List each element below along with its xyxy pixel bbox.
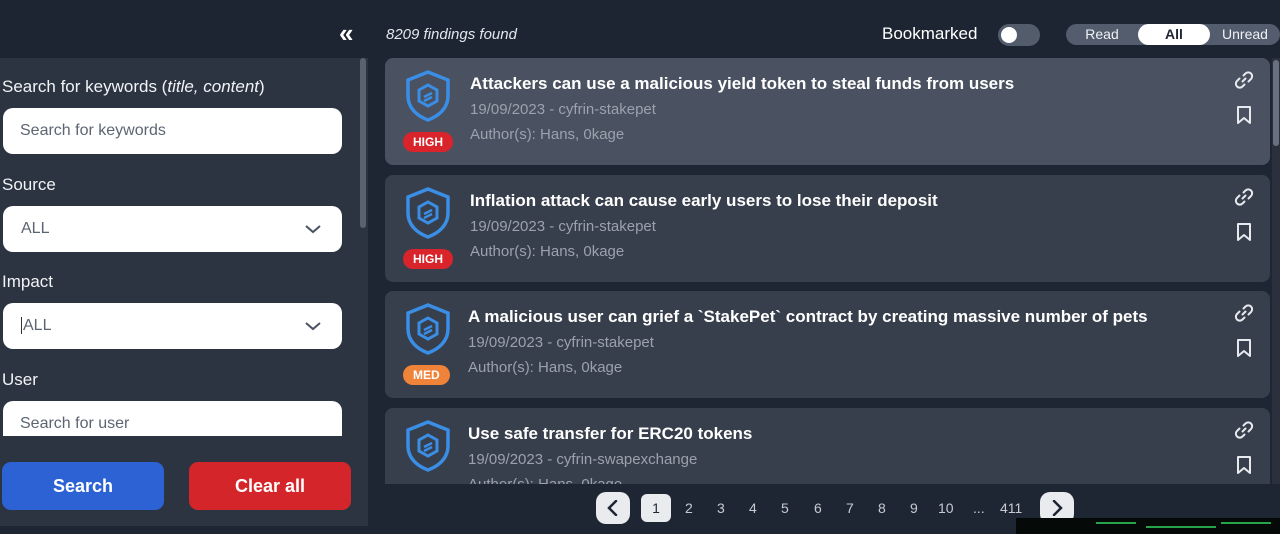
bookmark-icon[interactable] (1236, 338, 1252, 358)
source-value: ALL (21, 220, 50, 237)
finding-authors: Author(s): Hans, 0kage (470, 243, 625, 260)
link-icon[interactable] (1234, 70, 1254, 90)
bookmark-icon[interactable] (1236, 222, 1252, 242)
shield-icon (406, 303, 450, 355)
page-button-5[interactable]: 5 (781, 500, 789, 516)
finding-title[interactable]: Attackers can use a malicious yield toke… (470, 74, 1014, 94)
chevron-down-icon (305, 322, 321, 331)
finding-meta: 19/09/2023 - cyfrin-stakepet (470, 101, 656, 118)
finding-meta: 19/09/2023 - cyfrin-swapexchange (468, 451, 698, 468)
bookmark-icon[interactable] (1236, 455, 1252, 475)
page-button-1[interactable]: 1 (641, 494, 671, 522)
read-filter: Read All Unread (1066, 24, 1280, 45)
terminal-glyph (1221, 522, 1271, 524)
keywords-label: Search for keywords (title, content) (2, 77, 265, 96)
keywords-input[interactable]: Search for keywords (3, 108, 342, 154)
page-button-411[interactable]: 411 (1000, 500, 1022, 516)
shield-icon (406, 70, 450, 122)
finding-authors: Author(s): Hans, 0kage (468, 359, 623, 376)
page-ellipsis: ... (973, 500, 985, 516)
finding-meta: 19/09/2023 - cyfrin-stakepet (468, 334, 654, 351)
chevron-left-icon (607, 500, 618, 516)
user-label: User (2, 370, 38, 389)
top-bar: « 8209 findings found Bookmarked Read Al… (0, 0, 1280, 58)
severity-badge: HIGH (403, 132, 453, 152)
bookmark-icon[interactable] (1236, 105, 1252, 125)
bookmarked-toggle[interactable] (998, 24, 1040, 46)
finding-title[interactable]: A malicious user can grief a `StakePet` … (468, 307, 1148, 327)
finding-card[interactable]: HIGH Inflation attack can cause early us… (385, 175, 1270, 282)
chevron-right-icon (1052, 500, 1063, 516)
page-button-10[interactable]: 10 (938, 500, 954, 516)
page-button-6[interactable]: 6 (814, 500, 822, 516)
page-button-8[interactable]: 8 (878, 500, 886, 516)
findings-list: HIGH Attackers can use a malicious yield… (384, 58, 1272, 484)
toggle-knob (1001, 27, 1017, 43)
page-button-2[interactable]: 2 (685, 500, 693, 516)
findings-count: 8209 findings found (386, 26, 517, 43)
finding-card[interactable]: HIGH Attackers can use a malicious yield… (385, 58, 1270, 165)
sidebar-scroll-thumb[interactable] (360, 58, 366, 228)
read-filter-unread[interactable]: Unread (1210, 24, 1280, 45)
search-button[interactable]: Search (2, 462, 164, 510)
terminal-glyph (1096, 522, 1136, 524)
finding-card[interactable]: MED A malicious user can grief a `StakeP… (385, 291, 1270, 398)
finding-title[interactable]: Inflation attack can cause early users t… (470, 191, 938, 211)
terminal-strip (1016, 518, 1280, 534)
filter-sidebar: Search for keywords (title, content) Sea… (0, 58, 368, 526)
page-button-3[interactable]: 3 (717, 500, 725, 516)
impact-select[interactable]: ALL (3, 303, 342, 349)
page-button-9[interactable]: 9 (910, 500, 918, 516)
list-scrollbar[interactable] (1272, 58, 1280, 484)
source-label: Source (2, 175, 56, 194)
shield-icon (406, 187, 450, 239)
terminal-glyph (1146, 526, 1216, 528)
link-icon[interactable] (1234, 420, 1254, 440)
severity-badge: HIGH (403, 249, 453, 269)
sidebar-scrollbar[interactable] (359, 58, 368, 436)
page-button-7[interactable]: 7 (846, 500, 854, 516)
double-chevron-left-icon[interactable]: « (339, 20, 367, 46)
link-icon[interactable] (1234, 303, 1254, 323)
list-scroll-thumb[interactable] (1273, 60, 1279, 146)
finding-authors: Author(s): Hans, 0kage (470, 126, 625, 143)
read-filter-read[interactable]: Read (1066, 24, 1138, 45)
shield-icon (406, 420, 450, 472)
chevron-down-icon (305, 225, 321, 234)
text-cursor (21, 317, 22, 335)
impact-label: Impact (2, 272, 54, 291)
prev-page-button[interactable] (596, 492, 630, 524)
bookmarked-label: Bookmarked (882, 24, 978, 43)
link-icon[interactable] (1234, 187, 1254, 207)
finding-meta: 19/09/2023 - cyfrin-stakepet (470, 218, 656, 235)
finding-authors: Author(s): Hans, 0kage (468, 476, 622, 484)
read-filter-all[interactable]: All (1138, 24, 1210, 45)
source-select[interactable]: ALL (3, 206, 342, 252)
clear-all-button[interactable]: Clear all (189, 462, 351, 510)
finding-title[interactable]: Use safe transfer for ERC20 tokens (468, 424, 752, 444)
impact-value: ALL (23, 317, 52, 334)
severity-badge: MED (403, 365, 450, 385)
page-button-4[interactable]: 4 (749, 500, 757, 516)
finding-card[interactable]: Use safe transfer for ERC20 tokens 19/09… (385, 408, 1270, 484)
